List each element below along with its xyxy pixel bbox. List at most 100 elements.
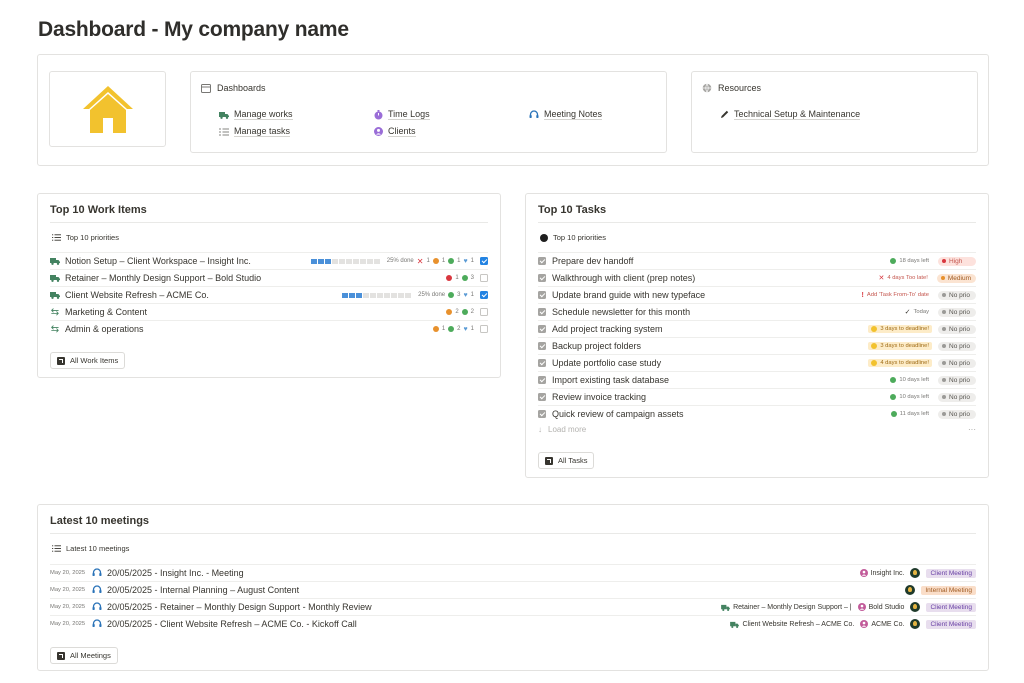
client-link-label: Bold Studio bbox=[868, 603, 905, 611]
meetings-panel: Latest 10 meetings Latest 10 meetings Ma… bbox=[37, 504, 989, 671]
progress-bar bbox=[310, 258, 380, 264]
green-dot-icon bbox=[448, 326, 455, 332]
task-row[interactable]: Review invoice tracking 10 days left No pr… bbox=[538, 388, 976, 405]
priority-label: No prio bbox=[949, 291, 970, 299]
truck-icon bbox=[730, 621, 740, 628]
work-item-row[interactable]: ⇆ Admin & operations 1 2 ♥ 1 bbox=[50, 320, 488, 337]
task-check-icon bbox=[538, 410, 546, 418]
work-item-row[interactable]: Retainer – Monthly Design Support – Bold… bbox=[50, 269, 488, 286]
all-tasks-button[interactable]: All Tasks bbox=[538, 452, 595, 469]
client-link[interactable]: ACME Co. bbox=[860, 620, 904, 628]
nav-link-time-logs[interactable]: Time Logs bbox=[374, 109, 430, 120]
arrow-down-icon: ↓ bbox=[538, 425, 542, 434]
priority-label: No prio bbox=[949, 342, 970, 350]
home-card[interactable] bbox=[49, 71, 166, 147]
orange-count: 1 bbox=[441, 258, 446, 264]
meetings-view-tab[interactable]: Latest 10 meetings bbox=[52, 544, 129, 553]
meeting-row[interactable]: May 20, 2025 20/05/2025 - Insight Inc. - … bbox=[50, 564, 976, 581]
x-count: 1 bbox=[426, 258, 430, 264]
red-count: 1 bbox=[455, 275, 459, 281]
task-row[interactable]: Walkthrough with client (prep notes) ✕ 4 d… bbox=[538, 269, 976, 286]
done-checkbox[interactable] bbox=[480, 291, 488, 299]
task-row[interactable]: Backup project folders 3 days to deadline… bbox=[538, 337, 976, 354]
task-row[interactable]: Import existing task database 10 days lef… bbox=[538, 371, 976, 388]
work-item-meta: 25% done ✕ 1 1 1 ♥ 1 bbox=[310, 256, 474, 266]
meeting-date: May 20, 2025 bbox=[50, 604, 86, 610]
dashboards-card: Dashboards Manage works Manage tasks Tim… bbox=[190, 71, 667, 153]
priority-dot-icon bbox=[940, 276, 945, 280]
priority-label: High bbox=[949, 257, 963, 265]
due-label: 4 days to deadline! bbox=[880, 360, 929, 366]
headset-icon bbox=[92, 619, 102, 629]
load-more-button[interactable]: ↓ Load more ··· bbox=[538, 421, 976, 438]
task-check-icon bbox=[538, 291, 546, 299]
green-dot-icon bbox=[890, 411, 897, 417]
pencil-icon bbox=[721, 110, 729, 118]
green-dot-icon bbox=[448, 292, 455, 298]
task-check-icon bbox=[538, 325, 546, 333]
nav-link-manage-tasks[interactable]: Manage tasks bbox=[219, 126, 291, 137]
work-items-panel: Top 10 Work Items Top 10 priorities Noti… bbox=[37, 193, 501, 378]
work-item-title: Client Website Refresh – ACME Co. bbox=[65, 290, 209, 300]
done-checkbox[interactable] bbox=[480, 257, 488, 265]
task-title: Backup project folders bbox=[552, 341, 642, 351]
all-work-items-label: All Work Items bbox=[70, 356, 119, 365]
done-checkbox[interactable] bbox=[480, 308, 488, 316]
nav-link-clients[interactable]: Clients bbox=[374, 126, 416, 137]
all-work-items-button[interactable]: All Work Items bbox=[50, 352, 126, 369]
nav-panel: Dashboards Manage works Manage tasks Tim… bbox=[37, 54, 989, 166]
task-row[interactable]: Add project tracking system 3 days to dea… bbox=[538, 320, 976, 337]
meeting-row[interactable]: May 20, 2025 20/05/2025 - Internal Planni… bbox=[50, 581, 976, 598]
priority-badge: No prio bbox=[938, 341, 976, 351]
x-icon: ✕ bbox=[416, 256, 424, 266]
due-indicator: 3 days to deadline! bbox=[868, 342, 932, 350]
orange-count: 2 bbox=[455, 309, 459, 315]
avatar bbox=[910, 602, 921, 612]
nav-link-technical-setup[interactable]: Technical Setup & Maintenance bbox=[720, 109, 861, 120]
work-item-row[interactable]: ⇆ Marketing & Content 2 2 bbox=[50, 303, 488, 320]
work-item-meta: 2 2 bbox=[446, 309, 474, 315]
tasks-view-tab[interactable]: Top 10 priorities bbox=[540, 233, 606, 242]
all-meetings-button[interactable]: All Meetings bbox=[50, 647, 118, 664]
meeting-title: 20/05/2025 - Client Website Refresh – AC… bbox=[107, 619, 357, 629]
due-indicator: 18 days left bbox=[887, 257, 932, 265]
task-row[interactable]: Prepare dev handoff 18 days left High bbox=[538, 252, 976, 269]
green-count: 1 bbox=[457, 258, 461, 264]
task-row[interactable]: Quick review of campaign assets 11 days l… bbox=[538, 405, 976, 422]
load-more-label: Load more bbox=[548, 425, 587, 434]
due-indicator: 4 days to deadline! bbox=[868, 359, 932, 367]
stopwatch-icon bbox=[374, 109, 383, 119]
priority-label: No prio bbox=[949, 308, 970, 316]
work-items-view-tab[interactable]: Top 10 priorities bbox=[52, 233, 119, 242]
check-icon: ✓ bbox=[904, 309, 911, 316]
green-dot-icon bbox=[461, 275, 468, 281]
nav-link-meeting-notes[interactable]: Meeting Notes bbox=[529, 109, 603, 120]
done-checkbox[interactable] bbox=[480, 274, 488, 282]
avatar bbox=[905, 585, 916, 595]
nav-link-time-logs-label: Time Logs bbox=[388, 109, 430, 120]
due-label: 18 days left bbox=[899, 258, 929, 264]
work-item-link[interactable]: Retainer – Monthly Design Support – | bbox=[721, 604, 852, 611]
meeting-row[interactable]: May 20, 2025 20/05/2025 - Retainer – Mont… bbox=[50, 598, 976, 615]
task-title: Update portfolio case study bbox=[552, 358, 662, 368]
client-link-label: ACME Co. bbox=[871, 620, 905, 628]
priority-dot-icon bbox=[942, 310, 946, 314]
client-link[interactable]: Bold Studio bbox=[857, 603, 905, 611]
task-row[interactable]: Update brand guide with new typeface! Add… bbox=[538, 286, 976, 303]
task-title: Update brand guide with new typeface bbox=[552, 290, 706, 300]
yellow-dot-icon bbox=[871, 343, 878, 349]
done-checkbox[interactable] bbox=[480, 325, 488, 333]
nav-link-manage-works[interactable]: Manage works bbox=[219, 109, 293, 120]
meeting-row[interactable]: May 20, 2025 20/05/2025 - Client Website … bbox=[50, 615, 976, 632]
work-item-link[interactable]: Client Website Refresh – ACME Co. bbox=[730, 621, 854, 628]
more-options-icon[interactable]: ··· bbox=[968, 425, 976, 434]
client-link[interactable]: Insight Inc. bbox=[859, 569, 904, 577]
due-indicator: 10 days left bbox=[887, 393, 932, 401]
work-item-row[interactable]: Notion Setup – Client Workspace – Insigh… bbox=[50, 252, 488, 269]
task-row[interactable]: Update portfolio case study 4 days to dea… bbox=[538, 354, 976, 371]
avatar bbox=[910, 568, 921, 578]
recycle-icon: ⇆ bbox=[50, 323, 60, 335]
work-item-row[interactable]: Client Website Refresh – ACME Co. 25% do… bbox=[50, 286, 488, 303]
nav-link-manage-tasks-label: Manage tasks bbox=[234, 126, 291, 137]
task-row[interactable]: Schedule newsletter for this month ✓ Today… bbox=[538, 303, 976, 320]
